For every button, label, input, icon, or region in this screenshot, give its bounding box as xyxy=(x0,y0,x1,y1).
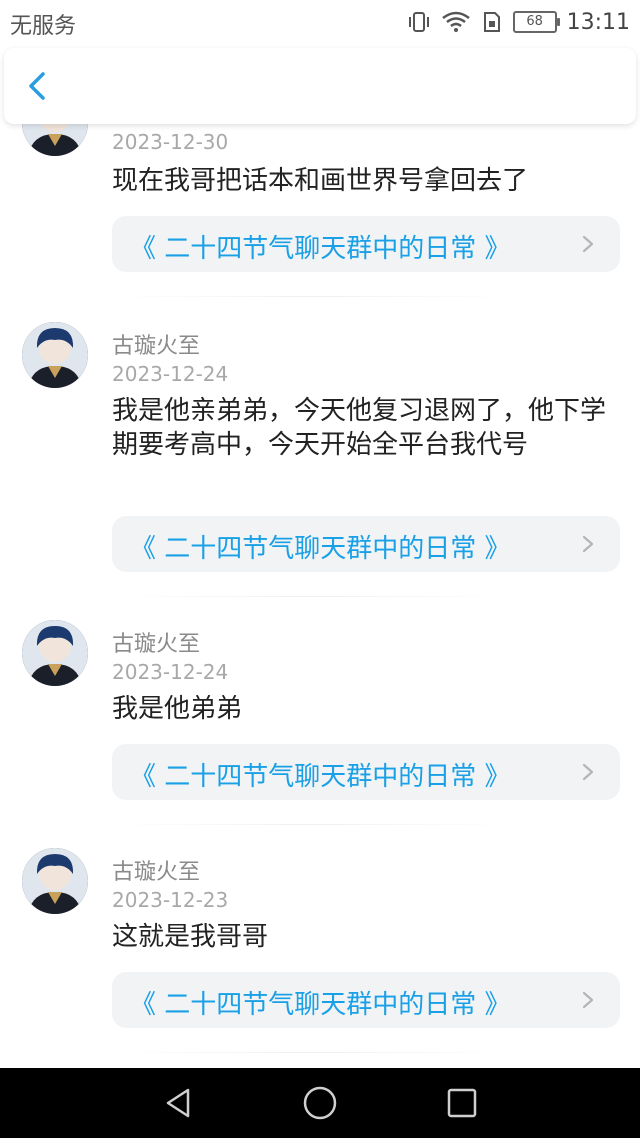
comment-username[interactable]: 古璇火至 xyxy=(112,328,200,360)
comment-text: 我是他弟弟 xyxy=(112,694,243,724)
avatar-image xyxy=(22,848,88,914)
wifi-icon xyxy=(441,11,470,32)
square-recents-icon xyxy=(447,1088,477,1118)
avatar-image xyxy=(22,620,88,686)
comment-date: 2023-12-24 xyxy=(112,362,229,386)
chevron-right-icon xyxy=(582,535,594,553)
story-link-title: 《 二十四节气聊天群中的日常 》 xyxy=(130,762,511,792)
nav-back-button[interactable] xyxy=(160,1085,196,1121)
comment-date: 2023-12-24 xyxy=(112,660,229,684)
status-icons: 68 13:11 xyxy=(407,6,630,38)
story-link-title: 《 二十四节气聊天群中的日常 》 xyxy=(130,234,511,264)
avatar[interactable] xyxy=(22,620,88,686)
nav-home-button[interactable] xyxy=(302,1085,338,1121)
back-button[interactable] xyxy=(20,68,56,104)
comment-date: 2023-12-30 xyxy=(112,130,229,154)
triangle-back-icon xyxy=(166,1088,190,1118)
comment-text: 现在我哥把话本和画世界号拿回去了 xyxy=(112,166,529,196)
avatar[interactable] xyxy=(22,322,88,388)
avatar-image xyxy=(22,322,88,388)
divider xyxy=(112,824,512,825)
chevron-right-icon xyxy=(582,763,594,781)
avatar[interactable] xyxy=(22,848,88,914)
vibrate-icon xyxy=(408,12,429,32)
comment-username[interactable]: 古璇火至 xyxy=(112,626,200,658)
status-bar: 无服务 68 13:11 xyxy=(0,0,640,44)
navigation-bar xyxy=(0,1068,640,1138)
chevron-right-icon xyxy=(582,991,594,1009)
chevron-left-icon xyxy=(29,72,45,100)
comment-feed[interactable]: 2023-12-30 现在我哥把话本和画世界号拿回去了 《 二十四节气聊天群中的… xyxy=(0,110,640,1068)
story-link-card[interactable]: 《 二十四节气聊天群中的日常 》 xyxy=(112,516,620,572)
divider xyxy=(112,596,512,597)
story-link-title: 《 二十四节气聊天群中的日常 》 xyxy=(130,990,511,1020)
story-link-title: 《 二十四节气聊天群中的日常 》 xyxy=(130,534,511,564)
nav-recents-button[interactable] xyxy=(444,1085,480,1121)
battery-indicator: 68 xyxy=(512,11,560,33)
chevron-right-icon xyxy=(582,235,594,253)
comment-text: 我是他亲弟弟，今天他复习退网了，他下学期要考高中，今天开始全平台我代号 xyxy=(112,396,607,460)
carrier-label: 无服务 xyxy=(10,14,77,39)
comment-date: 2023-12-23 xyxy=(112,888,229,912)
story-link-card[interactable]: 《 二十四节气聊天群中的日常 》 xyxy=(112,216,620,272)
divider xyxy=(112,296,512,297)
story-link-card[interactable]: 《 二十四节气聊天群中的日常 》 xyxy=(112,744,620,800)
clock: 13:11 xyxy=(566,9,630,35)
comment-username[interactable]: 古璇火至 xyxy=(112,854,200,886)
divider xyxy=(112,1052,512,1053)
story-link-card[interactable]: 《 二十四节气聊天群中的日常 》 xyxy=(112,972,620,1028)
sim-icon xyxy=(483,12,500,32)
circle-home-icon xyxy=(303,1086,337,1120)
top-header xyxy=(4,48,636,124)
comment-text: 这就是我哥哥 xyxy=(112,922,269,952)
